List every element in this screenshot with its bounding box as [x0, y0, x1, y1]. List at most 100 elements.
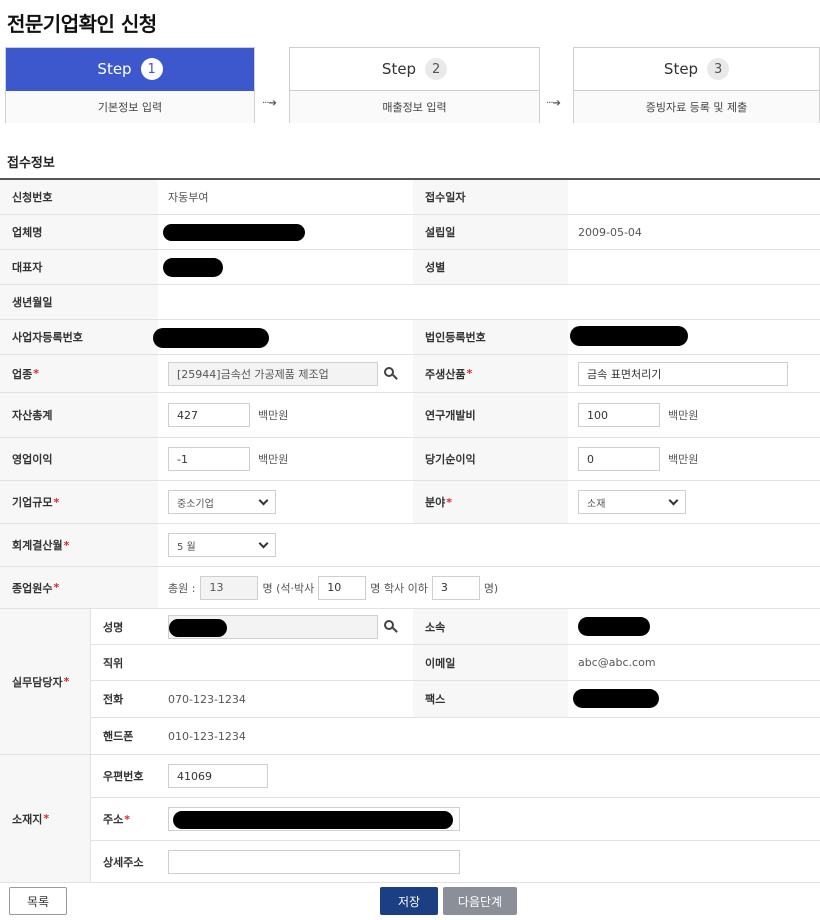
corp-reg-label: 법인등록번호: [413, 320, 568, 354]
list-button[interactable]: 목록: [9, 887, 67, 915]
contact-position-value: [158, 645, 413, 681]
required-mark: *: [53, 581, 60, 594]
industry-input[interactable]: [25944]금속선 가공제품 제조업: [168, 361, 378, 386]
required-mark: *: [63, 675, 70, 688]
step-2: Step 2 매출정보 입력: [289, 47, 540, 123]
founded-value: 2009-05-04: [578, 225, 642, 239]
step-1-desc: 기본정보 입력: [6, 91, 254, 123]
step-arrow-2: ···➔: [546, 98, 561, 109]
chevron-down-icon: [668, 495, 679, 505]
unit-label: 백만원: [258, 409, 289, 422]
contact-fax-label: 팩스: [413, 681, 568, 718]
contact-group-label: 실무담당자 *: [0, 609, 90, 754]
contact-position-label: 직위: [90, 645, 158, 681]
employees-total-prefix: 총원 :: [168, 581, 196, 595]
employees-bachelor-input[interactable]: 3: [431, 575, 480, 600]
application-no-label: 신청번호: [0, 180, 158, 214]
address-detail-cell: [158, 841, 820, 882]
contact-name-cell: [158, 609, 413, 645]
fiscal-month-label: 회계결산월 *: [0, 524, 158, 566]
contact-name-input[interactable]: [168, 614, 378, 639]
total-assets-label: 자산총계: [0, 393, 158, 437]
location-group-label: 소재지 *: [0, 755, 90, 882]
save-button[interactable]: 저장: [380, 887, 438, 915]
company-size-select[interactable]: 중소기업: [168, 490, 276, 514]
ceo-value: [158, 250, 413, 284]
contact-name-label: 성명: [90, 609, 158, 645]
chevron-down-icon: [258, 495, 269, 505]
application-no-value: 자동부여: [168, 191, 209, 204]
total-assets-cell: 427 백만원: [158, 393, 413, 437]
next-step-button[interactable]: 다음단계: [443, 887, 517, 915]
contact-fax-value: [568, 681, 820, 718]
step-arrow-1: ···➔: [262, 98, 277, 109]
unit-label: 백만원: [668, 453, 699, 466]
company-size-label: 기업규모 *: [0, 481, 158, 523]
employees-bachelor-prefix: 명 학사 이하: [370, 581, 428, 595]
address-detail-label: 상세주소: [90, 841, 158, 882]
address-cell: [158, 798, 820, 841]
company-name-value: [158, 215, 413, 249]
step-3: Step 3 증빙자료 등록 및 제출: [573, 47, 820, 123]
unit-label: 백만원: [258, 453, 289, 466]
address-input[interactable]: [168, 807, 460, 831]
operating-profit-input[interactable]: -1: [168, 447, 250, 471]
company-name-label: 업체명: [0, 215, 158, 249]
step-3-number: 3: [707, 58, 730, 80]
employees-masters-input[interactable]: 10: [318, 575, 367, 600]
redaction: [169, 618, 227, 637]
contact-phone-value: 070-123-1234: [158, 681, 413, 718]
step-1-label: Step: [97, 60, 132, 78]
zip-cell: 41069: [158, 755, 820, 798]
step-2-desc: 매출정보 입력: [290, 91, 539, 123]
rnd-input[interactable]: 100: [578, 403, 660, 427]
required-mark: *: [33, 367, 40, 380]
employees-label: 종업원수 *: [0, 567, 158, 608]
contact-dept-value: [568, 609, 820, 645]
main-product-input[interactable]: 금속 표면처리기: [578, 361, 788, 386]
application-form: 신청번호 자동부여 접수일자 업체명 설립일 2009-05-04 대표자 성별…: [0, 178, 820, 883]
unit-label: 백만원: [668, 409, 699, 422]
net-income-label: 당기순이익: [413, 438, 568, 480]
contact-email-value: abc@abc.com: [568, 645, 820, 681]
step-3-desc: 증빙자료 등록 및 제출: [574, 91, 819, 123]
required-mark: *: [466, 367, 473, 380]
step-2-label: Step: [381, 60, 417, 78]
total-assets-input[interactable]: 427: [168, 403, 250, 427]
field-select[interactable]: 소재: [578, 490, 686, 514]
zip-label: 우편번호: [90, 755, 158, 798]
rnd-label: 연구개발비: [413, 393, 568, 437]
zip-input[interactable]: 41069: [168, 764, 268, 788]
industry-cell: [25944]금속선 가공제품 제조업: [158, 355, 413, 392]
employees-cell: 총원 : 13 명 (석·박사 10 명 학사 이하 3 명): [158, 567, 820, 608]
field-label: 분야 *: [413, 481, 568, 523]
redaction: [570, 326, 688, 346]
ceo-label: 대표자: [0, 250, 158, 284]
step-2-number: 2: [425, 58, 448, 80]
employees-masters-prefix: 명 (석·박사: [262, 581, 315, 595]
received-date-label: 접수일자: [413, 180, 568, 214]
fiscal-month-cell: 5 월: [158, 524, 820, 566]
employees-suffix: 명): [483, 581, 499, 595]
contact-search-icon[interactable]: [384, 619, 398, 634]
main-product-cell: 금속 표면처리기: [568, 355, 820, 392]
net-income-input[interactable]: 0: [578, 447, 660, 471]
contact-mobile-value: 010-123-1234: [168, 729, 246, 743]
company-size-cell: 중소기업: [158, 481, 413, 523]
chevron-down-icon: [258, 538, 269, 548]
industry-search-icon[interactable]: [384, 366, 398, 381]
gender-value: [568, 250, 820, 284]
step-3-label: Step: [663, 60, 699, 78]
corp-reg-value: [568, 320, 820, 354]
redaction: [163, 258, 223, 277]
contact-mobile-label: 핸드폰: [90, 718, 158, 754]
contact-email-label: 이메일: [413, 645, 568, 681]
industry-label: 업종 *: [0, 355, 158, 392]
address-detail-input[interactable]: [168, 849, 460, 874]
required-mark: *: [63, 538, 70, 552]
redaction: [573, 689, 659, 708]
section-title: 접수정보: [7, 156, 55, 171]
fiscal-month-select[interactable]: 5 월: [168, 533, 276, 557]
redaction: [173, 811, 453, 829]
gender-label: 성별: [413, 250, 568, 284]
